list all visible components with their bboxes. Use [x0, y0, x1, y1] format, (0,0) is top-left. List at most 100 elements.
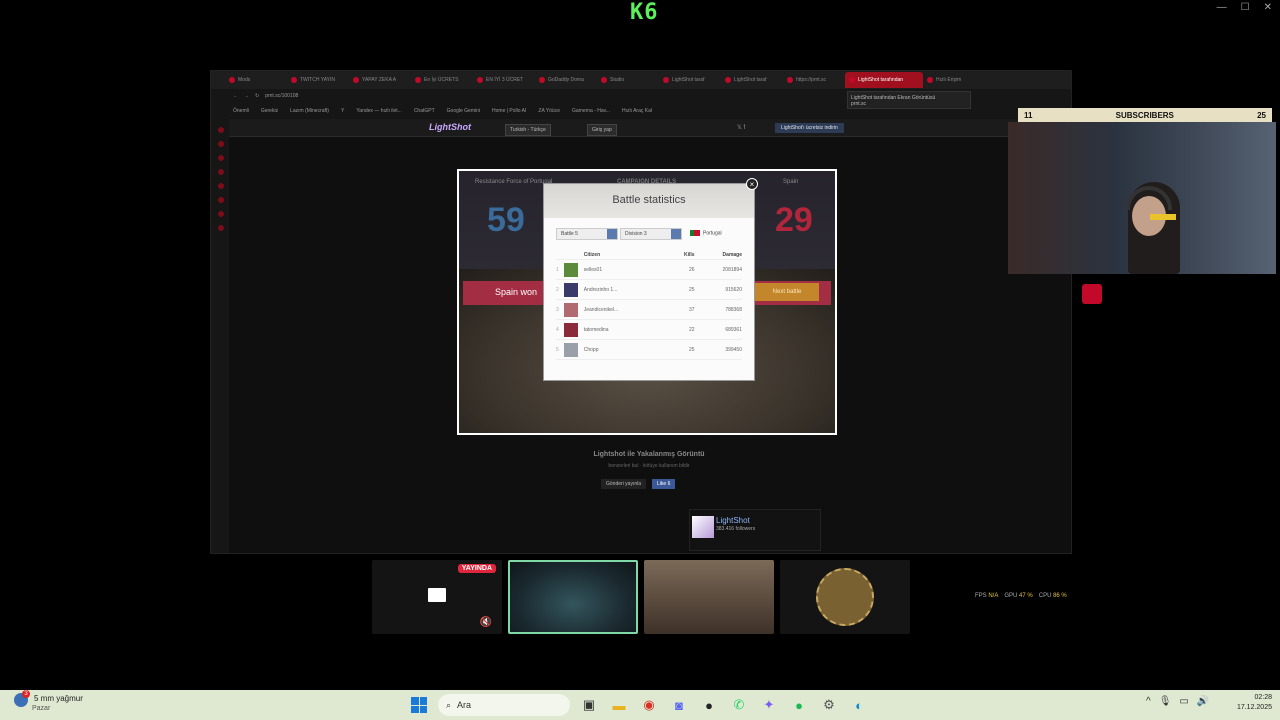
- bookmark-item[interactable]: Y: [341, 108, 344, 114]
- column-header: Kills: [683, 251, 695, 258]
- chrome-icon[interactable]: ◉: [638, 694, 660, 716]
- table-row: 2 Andrezinho 1... 25 915620: [556, 280, 742, 300]
- maximize-icon[interactable]: ☐: [1241, 2, 1250, 13]
- browser-tab[interactable]: GoDaddy Doma: [535, 72, 597, 88]
- bookmark-item[interactable]: Yandex — hızlı ilet...: [356, 108, 401, 114]
- bookmark-item[interactable]: Lazım (Minecraft): [290, 108, 329, 114]
- share-x-button[interactable]: Gönderi yayınla: [601, 479, 647, 489]
- participant-tile-2[interactable]: [508, 560, 638, 634]
- forward-icon[interactable]: →: [244, 93, 249, 99]
- damage-value: 915620: [725, 286, 742, 293]
- row-rank: 3: [556, 306, 559, 313]
- taskbar-search[interactable]: ⌕ Ara: [438, 694, 570, 716]
- tab-favicon-icon: [229, 77, 235, 83]
- chevron-up-icon[interactable]: ^: [1146, 696, 1151, 707]
- spotify-icon[interactable]: ●: [788, 694, 810, 716]
- taskbar-apps: ⌕ Ara ▣ ▬ ◉ ◙ ● ✆ ✦ ● ⚙ ◐: [408, 694, 870, 716]
- bookmark-item[interactable]: Hızlı Araç Kal: [622, 108, 652, 114]
- chevron-down-icon: [671, 229, 681, 239]
- citizen-avatar: [563, 302, 578, 317]
- edge-icon[interactable]: ◐: [848, 694, 870, 716]
- sidebar-icon[interactable]: [218, 155, 224, 161]
- monitor-icon: [428, 588, 446, 602]
- citizen-avatar: [563, 342, 578, 357]
- obs-icon[interactable]: ●: [698, 694, 720, 716]
- row-rank: 5: [556, 346, 559, 353]
- k6-logo: K6: [630, 0, 659, 25]
- bookmark-item[interactable]: Önemli: [233, 108, 249, 114]
- download-button[interactable]: LightShot'ı ücretsiz indirin: [775, 123, 844, 133]
- sidebar-icon[interactable]: [218, 211, 224, 217]
- lightshot-logo[interactable]: LightShot: [429, 122, 471, 132]
- clock-time: 02:28: [1254, 694, 1272, 701]
- weather-badge: 3: [22, 690, 30, 698]
- browser-tab[interactable]: LightShot taraf: [721, 72, 783, 88]
- taskbar: 3 5 mm yağmur Pazar ⌕ Ara ▣ ▬ ◉ ◙ ● ✆ ✦ ●…: [0, 690, 1280, 720]
- country-label: Portugal: [690, 230, 722, 236]
- browser-tab[interactable]: EN İYİ 3 ÜCRET: [473, 72, 535, 88]
- reload-icon[interactable]: ↻: [255, 93, 259, 99]
- bookmark-item[interactable]: ZA Yöüce: [538, 108, 560, 114]
- bookmark-item[interactable]: Google Gemini: [447, 108, 480, 114]
- back-icon[interactable]: ←: [233, 93, 238, 99]
- minimize-icon[interactable]: —: [1217, 2, 1227, 13]
- sidebar-icon[interactable]: [218, 197, 224, 203]
- subs-label: SUBSCRIBERS: [1115, 110, 1174, 120]
- close-icon[interactable]: ✕: [1264, 2, 1272, 13]
- sidebar-icon[interactable]: [218, 225, 224, 231]
- caption-links[interactable]: benzerleri bul · kötüye kullanım bildir: [569, 463, 729, 469]
- facebook-like-button[interactable]: Like 6: [652, 479, 676, 489]
- sidebar-icon[interactable]: [218, 183, 224, 189]
- weather-text[interactable]: 5 mm yağmur: [34, 694, 83, 703]
- browser-tab[interactable]: Studio: [597, 72, 659, 88]
- browser-tab[interactable]: En İyi ÜCRETS: [411, 72, 473, 88]
- webcam-feed: [1008, 122, 1276, 274]
- subs-left-count: 11: [1024, 110, 1033, 120]
- participant-tile-screen[interactable]: YAYINDA 🔇: [372, 560, 502, 634]
- browser-tab[interactable]: YAPAY ZEKA A: [349, 72, 411, 88]
- browser-tab[interactable]: LightShot taraf: [659, 72, 721, 88]
- card-name[interactable]: LightShot: [716, 516, 750, 525]
- sidebar-icon[interactable]: [218, 127, 224, 133]
- social-icons[interactable]: 𝕏 f: [737, 124, 745, 131]
- login-button[interactable]: Giriş yap: [587, 124, 617, 136]
- modal-header: Battle statistics: [544, 184, 754, 218]
- citizen-avatar: [563, 322, 578, 337]
- lightshot-page-card[interactable]: LightShot 383.416 followers: [689, 509, 821, 551]
- microphone-icon[interactable]: 🎙: [1159, 696, 1172, 707]
- image-caption: Lightshot ile Yakalanmış Görüntü: [593, 451, 705, 458]
- network-icon[interactable]: ▭: [1179, 696, 1188, 707]
- task-view-icon[interactable]: ▣: [578, 694, 600, 716]
- file-explorer-icon[interactable]: ▬: [608, 694, 630, 716]
- tab-label: Studio: [610, 77, 625, 83]
- bookmark-item[interactable]: ChatGPT: [414, 108, 435, 114]
- mute-icon[interactable]: 🔇: [480, 617, 492, 628]
- whatsapp-icon[interactable]: ✆: [728, 694, 750, 716]
- citizen-name: Chopp: [583, 346, 599, 353]
- volume-icon[interactable]: 🔊: [1197, 696, 1209, 707]
- table-row: 3 Jeandicenikel... 37 788368: [556, 300, 742, 320]
- tab-favicon-icon: [663, 77, 669, 83]
- browser-tab[interactable]: Mods: [225, 72, 287, 88]
- participant-tile-3[interactable]: [644, 560, 774, 634]
- browser-tab[interactable]: Hızlı Erişim: [923, 72, 985, 88]
- sidebar-icon[interactable]: [218, 141, 224, 147]
- url-text[interactable]: prnt.sc/100108: [265, 93, 298, 99]
- settings-app-icon[interactable]: ⚙: [818, 694, 840, 716]
- tab-label: En İyi ÜCRETS: [424, 77, 459, 83]
- bookmark-item[interactable]: Gerekiz: [261, 108, 278, 114]
- bookmark-item[interactable]: Gamerna - Hav...: [572, 108, 610, 114]
- browser-tab[interactable]: TWITCH YAYIN: [287, 72, 349, 88]
- start-button[interactable]: [408, 694, 430, 716]
- discord-icon[interactable]: ◙: [668, 694, 690, 716]
- clock[interactable]: 02:28 17.12.2025: [1226, 693, 1272, 713]
- browser-tab[interactable]: https://prnt.sc: [783, 72, 845, 88]
- screenshot-image: Resistance Force of Portugal CAMPAIGN DE…: [457, 169, 837, 435]
- language-select[interactable]: Turkish - Türkçe: [505, 124, 551, 136]
- kills-value: 26: [688, 266, 695, 273]
- browser-tab[interactable]: LightShot tarafından: [845, 72, 923, 88]
- participant-tile-4[interactable]: [780, 560, 910, 634]
- sidebar-icon[interactable]: [218, 169, 224, 175]
- colorful-app-icon[interactable]: ✦: [758, 694, 780, 716]
- bookmark-item[interactable]: Home | Pollo AI: [492, 108, 526, 114]
